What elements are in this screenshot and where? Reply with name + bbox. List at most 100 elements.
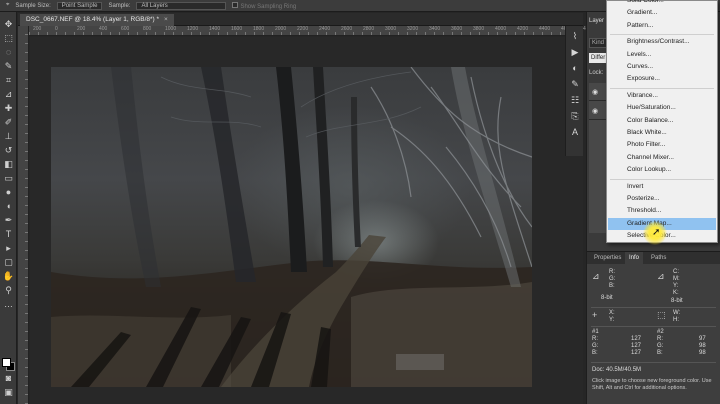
- menu-item[interactable]: Exposure...: [608, 73, 716, 85]
- ruler-tick-label: 3600: [451, 26, 463, 32]
- menu-item[interactable]: Solid Color...: [608, 0, 716, 7]
- visibility-eye-icon[interactable]: ◉: [592, 88, 598, 96]
- sample-1-values: 127 127 127: [631, 336, 642, 356]
- menu-item[interactable]: Color Lookup...: [608, 164, 716, 176]
- pen-tool-icon[interactable]: ✒: [2, 214, 15, 226]
- marquee-tool-icon[interactable]: ⬚: [2, 32, 15, 44]
- gradient-tool-icon[interactable]: ▭: [2, 172, 15, 184]
- tab-paths[interactable]: Paths: [647, 252, 670, 264]
- type-tool-icon[interactable]: T: [2, 228, 15, 240]
- menu-item[interactable]: Invert: [608, 181, 716, 193]
- ruler-tick-label: 1200: [187, 26, 199, 32]
- menu-item[interactable]: Hue/Saturation...: [608, 102, 716, 114]
- tools-panel: ✥ ⬚ ◌ ✎ ⌗ ⊿ ✚ ✐ ⊥ ↺ ◧ ▭ ● ◖ ✒ T ▸ ▢ ✋ ⚲ …: [0, 12, 17, 404]
- cmyk-readout-labels: C: M: Y: K:: [673, 269, 680, 296]
- clone-source-icon[interactable]: ⎘: [569, 110, 581, 122]
- ruler-tick-label: 600: [121, 26, 130, 32]
- info-divider: [591, 307, 716, 308]
- document-tab[interactable]: DSC_0667.NEF @ 18.4% (Layer 1, RGB/8*) *…: [20, 14, 174, 26]
- quick-mask-icon[interactable]: ◙: [2, 372, 15, 384]
- tab-info[interactable]: Info: [625, 252, 644, 264]
- ruler-tick-label: 2200: [297, 26, 309, 32]
- menu-item[interactable]: Curves...: [608, 61, 716, 73]
- ruler-tick-label: 0: [55, 26, 58, 32]
- menu-item[interactable]: Threshold...: [608, 205, 716, 217]
- brush-settings-icon[interactable]: ✎: [569, 78, 581, 90]
- brush-tool-icon[interactable]: ✐: [2, 116, 15, 128]
- ruler-tick-label: 3000: [385, 26, 397, 32]
- forest-path-image[interactable]: [51, 67, 532, 387]
- character-panel-icon[interactable]: A: [569, 126, 581, 138]
- show-ring-checkbox[interactable]: Show Sampling Ring: [232, 1, 297, 10]
- quick-select-tool-icon[interactable]: ✎: [2, 60, 15, 72]
- horizontal-ruler[interactable]: 200 0 200 400 600 800 1000 1200 1400 1600 1800 2000…: [29, 26, 594, 36]
- panel-icon-strip: ⌇ ▶ ◐ ✎ ☷ ⎘ A: [565, 26, 583, 156]
- ruler-tick-label: 800: [143, 26, 152, 32]
- ruler-tick-label: 4400: [539, 26, 551, 32]
- menu-item[interactable]: Vibrance...: [608, 90, 716, 102]
- menu-item[interactable]: Photo Filter...: [608, 139, 716, 151]
- menu-item[interactable]: Pattern...: [608, 20, 716, 32]
- selection-size-icon: ⬚: [657, 310, 666, 320]
- history-brush-tool-icon[interactable]: ↺: [2, 144, 15, 156]
- path-select-tool-icon[interactable]: ▸: [2, 242, 15, 254]
- document-tab-title: DSC_0667.NEF @ 18.4% (Layer 1, RGB/8*) *: [26, 16, 160, 23]
- foreground-color-swatch[interactable]: [2, 358, 11, 367]
- eyedropper-tool-icon[interactable]: ⊿: [2, 88, 15, 100]
- rgb-readout-labels: R: G: B:: [609, 269, 616, 289]
- zoom-tool-icon[interactable]: ⚲: [2, 284, 15, 296]
- photoshop-window: ⌖ Sample Size: Point Sample Sample: All …: [0, 0, 720, 404]
- properties-panel-icon[interactable]: ☷: [569, 94, 581, 106]
- adjustments-panel-icon[interactable]: ◐: [569, 62, 581, 74]
- sample-size-label: Sample Size:: [15, 2, 51, 9]
- info-divider: [591, 362, 716, 363]
- info-divider: [591, 326, 716, 327]
- menu-item[interactable]: Color Balance...: [608, 115, 716, 127]
- info-panel: Properties Info Paths ⊿ R: G: B: ⊿ C: M:…: [587, 251, 720, 404]
- blend-mode-select[interactable]: Differ: [589, 53, 607, 63]
- healing-brush-tool-icon[interactable]: ✚: [2, 102, 15, 114]
- more-tools-icon[interactable]: …: [2, 298, 15, 310]
- ruler-tick-label: 2000: [275, 26, 287, 32]
- actions-panel-icon[interactable]: ▶: [569, 46, 581, 58]
- ruler-tick-label: 4200: [517, 26, 529, 32]
- eraser-tool-icon[interactable]: ◧: [2, 158, 15, 170]
- sample-size-select[interactable]: Point Sample: [56, 1, 103, 10]
- move-tool-icon[interactable]: ✥: [2, 18, 15, 30]
- ruler-tick-label: 2800: [363, 26, 375, 32]
- menu-item[interactable]: Black White...: [608, 127, 716, 139]
- document-tab-bar: DSC_0667.NEF @ 18.4% (Layer 1, RGB/8*) *…: [18, 13, 583, 26]
- menu-item[interactable]: Levels...: [608, 49, 716, 61]
- shape-tool-icon[interactable]: ▢: [2, 256, 15, 268]
- visibility-eye-icon[interactable]: ◉: [592, 107, 598, 115]
- menu-separator: [610, 87, 714, 89]
- crop-tool-icon[interactable]: ⌗: [2, 74, 15, 86]
- ruler-tick-label: 200: [77, 26, 86, 32]
- adjustment-layer-menu: Solid Color... Gradient... Pattern... Brigh…: [606, 0, 718, 243]
- vertical-ruler[interactable]: [18, 26, 29, 404]
- dodge-tool-icon[interactable]: ◖: [2, 200, 15, 212]
- layer-filter-select[interactable]: Kind: [589, 38, 607, 48]
- xy-readout-labels: X: Y:: [609, 310, 615, 323]
- tab-properties[interactable]: Properties: [590, 252, 625, 264]
- show-ring-label: Show Sampling Ring: [240, 3, 297, 10]
- ruler-tick-label: 200: [33, 26, 42, 32]
- menu-item[interactable]: Channel Mixer...: [608, 152, 716, 164]
- eyedropper-rgb-icon: ⊿: [592, 271, 600, 281]
- menu-item[interactable]: Brightness/Contrast...: [608, 36, 716, 48]
- clone-stamp-tool-icon[interactable]: ⊥: [2, 130, 15, 142]
- bit-depth-right: 8-bit: [671, 298, 683, 304]
- lasso-tool-icon[interactable]: ◌: [2, 46, 15, 58]
- tool-hint-text: Click image to choose new foreground col…: [592, 378, 712, 391]
- hand-tool-icon[interactable]: ✋: [2, 270, 15, 282]
- screen-mode-icon[interactable]: ▣: [2, 386, 15, 398]
- menu-item[interactable]: Gradient...: [608, 7, 716, 19]
- sample-select[interactable]: All Layers: [136, 1, 227, 10]
- sample-2-labels: #2 R: G: B:: [657, 329, 664, 356]
- lock-label: Lock:: [589, 70, 604, 76]
- history-panel-icon[interactable]: ⌇: [569, 30, 581, 42]
- blur-tool-icon[interactable]: ●: [2, 186, 15, 198]
- menu-item[interactable]: Posterize...: [608, 193, 716, 205]
- menu-separator: [610, 34, 714, 36]
- close-tab-icon[interactable]: ×: [164, 16, 168, 23]
